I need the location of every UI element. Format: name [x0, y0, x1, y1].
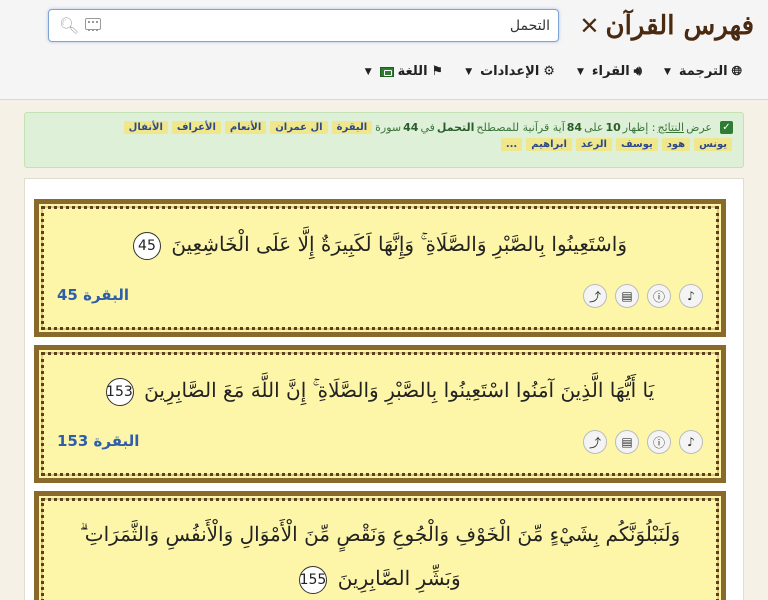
summary-of-word: على [584, 121, 604, 134]
surah-tag[interactable]: الأنفال [123, 121, 168, 134]
summary-showing: : إظهار [622, 121, 656, 134]
menu-reciters-label: القراء [591, 64, 630, 79]
more-tags[interactable]: ... [500, 138, 523, 151]
summary-verses-text: آية قرآنية للمصطلح [476, 121, 565, 134]
verse-card: وَلَنَبْلُوَنَّكُم بِشَيْءٍ مِّنَ الْخَو… [34, 491, 726, 600]
search-input[interactable] [130, 14, 550, 38]
surah-tag[interactable]: الرعد [575, 138, 612, 151]
verse-actions: ⤴ ▤ ⓘ ♪ [583, 284, 703, 308]
menu-reciters[interactable]: 🔊︎ القراء ▼ [577, 64, 642, 79]
saudi-flag-icon [379, 66, 394, 77]
menu-language[interactable]: ⚑ اللغة ▼ [365, 64, 443, 79]
audio-icon[interactable]: ♪ [679, 284, 703, 308]
verse-text: يَا أَيُّهَا الَّذِينَ آمَنُوا اسْتَعِين… [144, 378, 655, 402]
verse-card: وَاسْتَعِينُوا بِالصَّبْرِ وَالصَّلَاةِ … [34, 199, 726, 337]
summary-surah-count: 44 [403, 121, 419, 134]
verse-card: يَا أَيُّهَا الَّذِينَ آمَنُوا اسْتَعِين… [34, 345, 726, 483]
verse-actions: ⤴ ▤ ⓘ ♪ [583, 430, 703, 454]
top-header: فهرس القرآن ✕ 🔍︎ 🌐︎ الترجمة ▼ 🔊︎ القراء … [0, 0, 768, 100]
surah-tag[interactable]: الأعراف [171, 121, 221, 134]
info-icon[interactable]: ⓘ [647, 284, 671, 308]
check-icon: ✓ [720, 121, 733, 134]
caret-down-icon: ▼ [364, 66, 372, 77]
summary-shown-count: 10 [605, 121, 621, 134]
menu-translation[interactable]: 🌐︎ الترجمة ▼ [664, 64, 742, 79]
menu-settings-label: الإعدادات [480, 64, 540, 79]
flag-icon: ⚑ [431, 64, 444, 79]
pdf-icon[interactable]: ▤ [615, 284, 639, 308]
brand[interactable]: فهرس القرآن ✕ [579, 6, 754, 46]
surah-tag[interactable]: ابراهيم [526, 138, 572, 151]
verse-number: 45 [132, 231, 161, 260]
verse-text-block: وَلَنَبْلُوَنَّكُم بِشَيْءٍ مِّنَ الْخَو… [39, 512, 721, 600]
surah-tag[interactable]: يوسف [615, 138, 658, 151]
summary-results-word: النتائج [657, 121, 685, 134]
caret-down-icon: ▼ [465, 66, 473, 77]
speaker-icon: 🔊︎ [633, 64, 642, 79]
results-list: وَاسْتَعِينُوا بِالصَّبْرِ وَالصَّلَاةِ … [24, 178, 744, 600]
results-summary: ✓ عرض النتائج : إظهار 10 على 84 آية قرآن… [24, 112, 744, 168]
summary-total-count: 84 [566, 121, 583, 134]
verse-text: وَاسْتَعِينُوا بِالصَّبْرِ وَالصَّلَاةِ … [171, 232, 628, 256]
audio-icon[interactable]: ♪ [679, 430, 703, 454]
share-icon[interactable]: ⤴ [583, 430, 607, 454]
gear-icon: ⚙︎ [543, 64, 555, 79]
info-icon[interactable]: ⓘ [647, 430, 671, 454]
menu-language-label: اللغة [397, 64, 428, 79]
surah-tag[interactable]: ال عمران [270, 121, 328, 134]
summary-in-word: في [420, 121, 435, 134]
surah-tag[interactable]: يونس [694, 138, 732, 151]
verse-number: 153 [105, 377, 134, 406]
verse-reference[interactable]: البقرة 45 [57, 286, 129, 304]
search-box[interactable]: 🔍︎ [48, 9, 559, 42]
verse-text-block: يَا أَيُّهَا الَّذِينَ آمَنُوا اسْتَعِين… [39, 368, 721, 412]
menu-translation-label: الترجمة [678, 64, 728, 79]
caret-down-icon: ▼ [663, 66, 671, 77]
brand-title: فهرس القرآن [605, 11, 754, 41]
surah-tag[interactable]: هود [661, 138, 691, 151]
verse-number: 155 [299, 565, 328, 594]
caret-down-icon: ▼ [576, 66, 584, 77]
summary-prefix: عرض [686, 121, 712, 134]
menu-settings[interactable]: ⚙︎ الإعدادات ▼ [465, 64, 555, 79]
globe-icon: 🌐︎ [731, 64, 742, 79]
search-icon[interactable]: 🔍︎ [59, 16, 79, 35]
summary-surah-word: سورة [375, 121, 402, 134]
pdf-icon[interactable]: ▤ [615, 430, 639, 454]
keyboard-icon[interactable] [85, 18, 101, 31]
surah-tag[interactable]: البقرة [331, 121, 373, 134]
verse-text-block: وَاسْتَعِينُوا بِالصَّبْرِ وَالصَّلَاةِ … [39, 222, 721, 266]
share-icon[interactable]: ⤴ [583, 284, 607, 308]
surah-tag[interactable]: الأنعام [224, 121, 267, 134]
verse-text: وَلَنَبْلُوَنَّكُم بِشَيْءٍ مِّنَ الْخَو… [79, 522, 681, 590]
summary-term: التحمل [436, 121, 475, 134]
verse-reference[interactable]: البقرة 153 [57, 432, 139, 450]
quill-icon: ✕ [579, 12, 600, 40]
menu-bar: 🌐︎ الترجمة ▼ 🔊︎ القراء ▼ ⚙︎ الإعدادات ▼ … [365, 64, 742, 79]
